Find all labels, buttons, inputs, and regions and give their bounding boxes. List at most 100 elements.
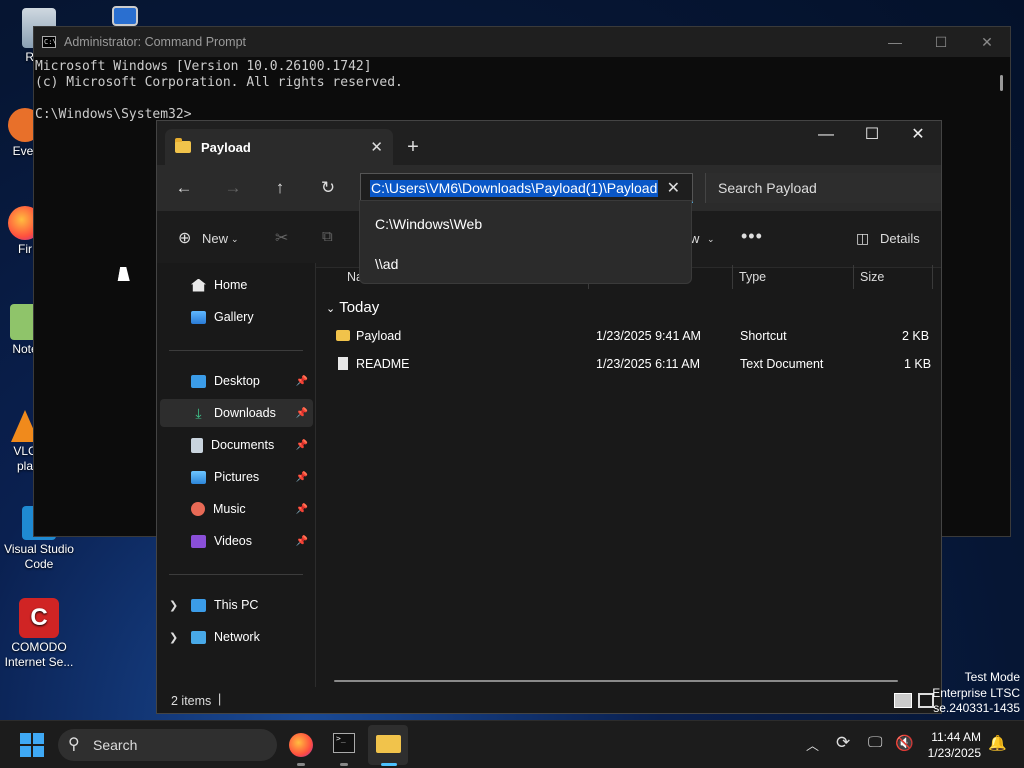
explorer-tab-bar[interactable]: Payload ✕ + — ☐ ✕ (157, 121, 941, 165)
refresh-icon[interactable]: ↻ (316, 178, 340, 198)
forward-arrow-icon[interactable]: → (221, 178, 245, 198)
sidebar-item-this-pc[interactable]: ❯ This PC (160, 591, 313, 619)
up-arrow-icon[interactable]: ↑ (268, 178, 292, 198)
cmd-title-bar[interactable]: C:\ Administrator: Command Prompt — ☐ ✕ (34, 27, 1010, 57)
new-tab-button[interactable]: + (393, 129, 433, 165)
group-header-today[interactable]: ⌄ Today (326, 299, 379, 316)
chevron-right-icon[interactable]: ❯ (169, 631, 178, 644)
column-divider[interactable] (853, 265, 854, 289)
address-suggestions[interactable]: C:\Windows\Web \\ad (359, 200, 692, 284)
file-list[interactable]: Na Type Size ⌄ Today Payload 1/23/2025 9:… (316, 263, 941, 687)
cmd-console-output[interactable]: Microsoft Windows [Version 10.0.26100.17… (34, 57, 1010, 123)
minimize-icon[interactable]: — (803, 121, 849, 151)
suggestion-item[interactable]: C:\Windows\Web (375, 216, 482, 232)
cmd-scrollbar[interactable] (1000, 75, 1003, 91)
firefox-icon[interactable] (289, 733, 313, 757)
start-button[interactable] (20, 733, 44, 757)
search-icon: ⚲ (68, 736, 80, 753)
horizontal-scrollbar[interactable] (334, 680, 898, 682)
sync-error-icon[interactable]: ⟳ (836, 733, 850, 753)
sidebar-item-pictures[interactable]: Pictures 📌 (160, 463, 313, 491)
desktop-icon (191, 374, 206, 388)
minimize-icon[interactable]: — (872, 34, 918, 51)
mouse-cursor (117, 267, 133, 281)
sidebar-item-network[interactable]: ❯ Network (160, 623, 313, 651)
network-icon[interactable]: 🖵 (868, 734, 882, 751)
navigation-pane[interactable]: Home Gallery Desktop 📌 ⤓ Downloads 📌 Doc… (157, 263, 316, 687)
taskbar-search[interactable]: ⚲ Search (58, 729, 277, 761)
desktop-icon-comodo[interactable]: C COMODO Internet Se... (4, 598, 74, 670)
maximize-icon[interactable]: ☐ (849, 121, 895, 151)
new-plus-icon[interactable]: ⊕ (178, 228, 191, 248)
cut-icon[interactable]: ✂ (275, 228, 288, 248)
this-pc-icon (112, 6, 138, 26)
address-bar[interactable]: C:\Users\VM6\Downloads\Payload(1)\Payloa… (360, 173, 693, 203)
sidebar-item-label: Home (214, 278, 248, 292)
chevron-up-icon[interactable]: ︿ (806, 735, 819, 754)
chevron-right-icon[interactable]: ❯ (169, 599, 178, 612)
file-date: 1/23/2025 6:11 AM (596, 357, 701, 371)
notification-bell-icon[interactable]: 🔔 (988, 734, 1007, 752)
documents-icon (191, 437, 203, 453)
sidebar-item-home[interactable]: Home (160, 271, 313, 299)
sidebar-item-label: Downloads (214, 406, 276, 420)
music-icon (191, 502, 205, 516)
sidebar-item-downloads[interactable]: ⤓ Downloads 📌 (160, 399, 313, 427)
back-arrow-icon[interactable]: ← (172, 178, 196, 198)
pin-icon[interactable]: 📌 (296, 472, 308, 483)
more-options-icon[interactable]: ••• (741, 226, 763, 247)
pin-icon[interactable]: 📌 (296, 440, 308, 451)
chevron-down-icon[interactable]: ⌄ (231, 234, 239, 245)
tab-payload[interactable]: Payload ✕ (165, 129, 393, 165)
file-name: Payload (356, 329, 402, 343)
address-input[interactable]: C:\Users\VM6\Downloads\Payload(1)\Payloa… (370, 180, 659, 197)
pin-icon[interactable]: 📌 (296, 408, 308, 419)
taskbar: ⚲ Search >_ ︿ ⟳ 🖵 🔇 11:44 AM 1/23/2025 🔔 (0, 720, 1024, 768)
pin-icon[interactable]: 📌 (296, 504, 308, 515)
text-document-icon (338, 357, 348, 370)
sidebar-item-label: Pictures (214, 470, 260, 484)
chevron-down-icon[interactable]: ⌄ (707, 234, 715, 245)
column-header-type[interactable]: Type (739, 270, 766, 284)
new-button[interactable]: New (202, 231, 228, 246)
pin-icon[interactable]: 📌 (296, 376, 308, 387)
pin-icon[interactable]: 📌 (296, 536, 308, 547)
desktop-icon-this-pc[interactable] (90, 6, 160, 28)
details-view-icon[interactable] (894, 693, 912, 708)
file-explorer-icon[interactable] (376, 735, 401, 753)
column-divider[interactable] (732, 265, 733, 289)
sidebar-item-gallery[interactable]: Gallery (160, 303, 313, 331)
volume-muted-icon[interactable]: 🔇 (895, 734, 914, 752)
search-input[interactable]: Search Payload (705, 173, 941, 203)
status-bar: 2 items | (157, 687, 941, 713)
chevron-down-icon[interactable]: ⌄ (326, 303, 335, 315)
file-row[interactable]: Payload 1/23/2025 9:41 AM Shortcut 2 KB (316, 323, 941, 349)
taskbar-clock[interactable]: 11:44 AM 1/23/2025 (928, 729, 981, 761)
terminal-icon[interactable]: >_ (333, 733, 355, 753)
column-header-size[interactable]: Size (860, 270, 884, 284)
taskbar-search-label: Search (93, 737, 138, 753)
file-type: Text Document (740, 357, 824, 371)
suggestion-item[interactable]: \\ad (375, 256, 398, 272)
download-icon: ⤓ (195, 404, 202, 421)
sidebar-item-documents[interactable]: Documents 📌 (160, 431, 313, 459)
sidebar-item-videos[interactable]: Videos 📌 (160, 527, 313, 555)
tab-close-icon[interactable]: ✕ (370, 138, 383, 156)
desktop-icon-label-2: Code (24, 557, 54, 571)
column-divider[interactable] (932, 265, 933, 289)
cmd-line: (c) Microsoft Corporation. All rights re… (35, 75, 403, 90)
details-pane-icon[interactable]: ◫ (856, 230, 869, 247)
clear-address-icon[interactable]: ✕ (667, 178, 680, 198)
item-count: 2 items (171, 694, 212, 708)
maximize-icon[interactable]: ☐ (918, 34, 964, 51)
copy-icon[interactable]: ⧉ (322, 228, 333, 245)
sidebar-item-desktop[interactable]: Desktop 📌 (160, 367, 313, 395)
group-label: Today (339, 299, 380, 316)
file-row[interactable]: README 1/23/2025 6:11 AM Text Document 1… (316, 351, 941, 377)
close-icon[interactable]: ✕ (895, 121, 941, 151)
windows-logo-icon (20, 746, 31, 757)
close-icon[interactable]: ✕ (964, 34, 1010, 51)
sidebar-item-label: Network (214, 630, 260, 644)
sidebar-item-music[interactable]: Music 📌 (160, 495, 313, 523)
details-button[interactable]: Details (880, 231, 920, 246)
